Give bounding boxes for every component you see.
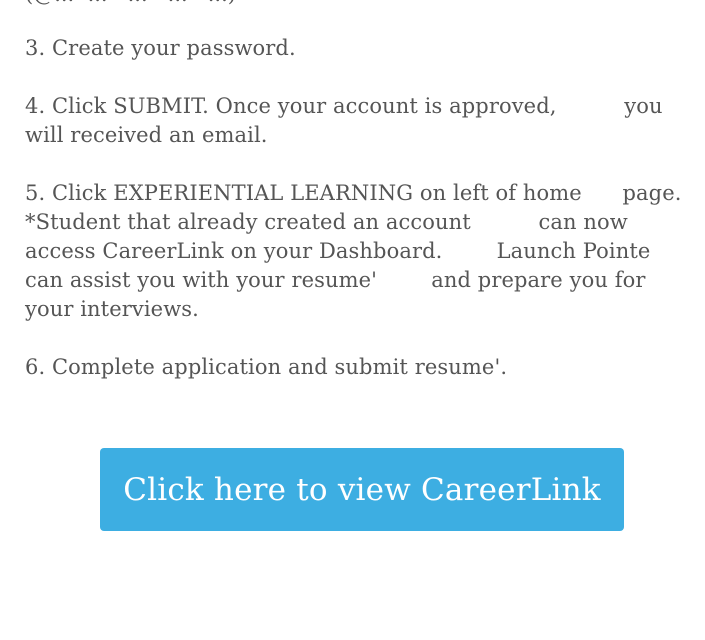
step-6-text: 6. Complete application and submit resum… bbox=[25, 355, 508, 379]
step-5-text-line-4: can assist you with your resume' and pre… bbox=[25, 268, 646, 292]
instructions-text: 3. Create your password. 4. Click SUBMIT… bbox=[25, 34, 700, 382]
cropped-text-line: (@... ... ... ... ...) bbox=[25, 0, 236, 9]
step-5-text-line-2: *Student that already created an account… bbox=[25, 210, 628, 234]
step-3-text: 3. Create your password. bbox=[25, 36, 296, 60]
view-careerlink-button[interactable]: Click here to view CareerLink bbox=[100, 448, 624, 531]
step-5-text-line-5: your interviews. bbox=[25, 297, 199, 321]
step-5-text-line-1: 5. Click EXPERIENTIAL LEARNING on left o… bbox=[25, 181, 682, 205]
step-5-text-line-3: access CareerLink on your Dashboard. Lau… bbox=[25, 239, 651, 263]
step-4-text-line-1: 4. Click SUBMIT. Once your account is ap… bbox=[25, 94, 663, 118]
step-4-text-line-2: will received an email. bbox=[25, 123, 268, 147]
